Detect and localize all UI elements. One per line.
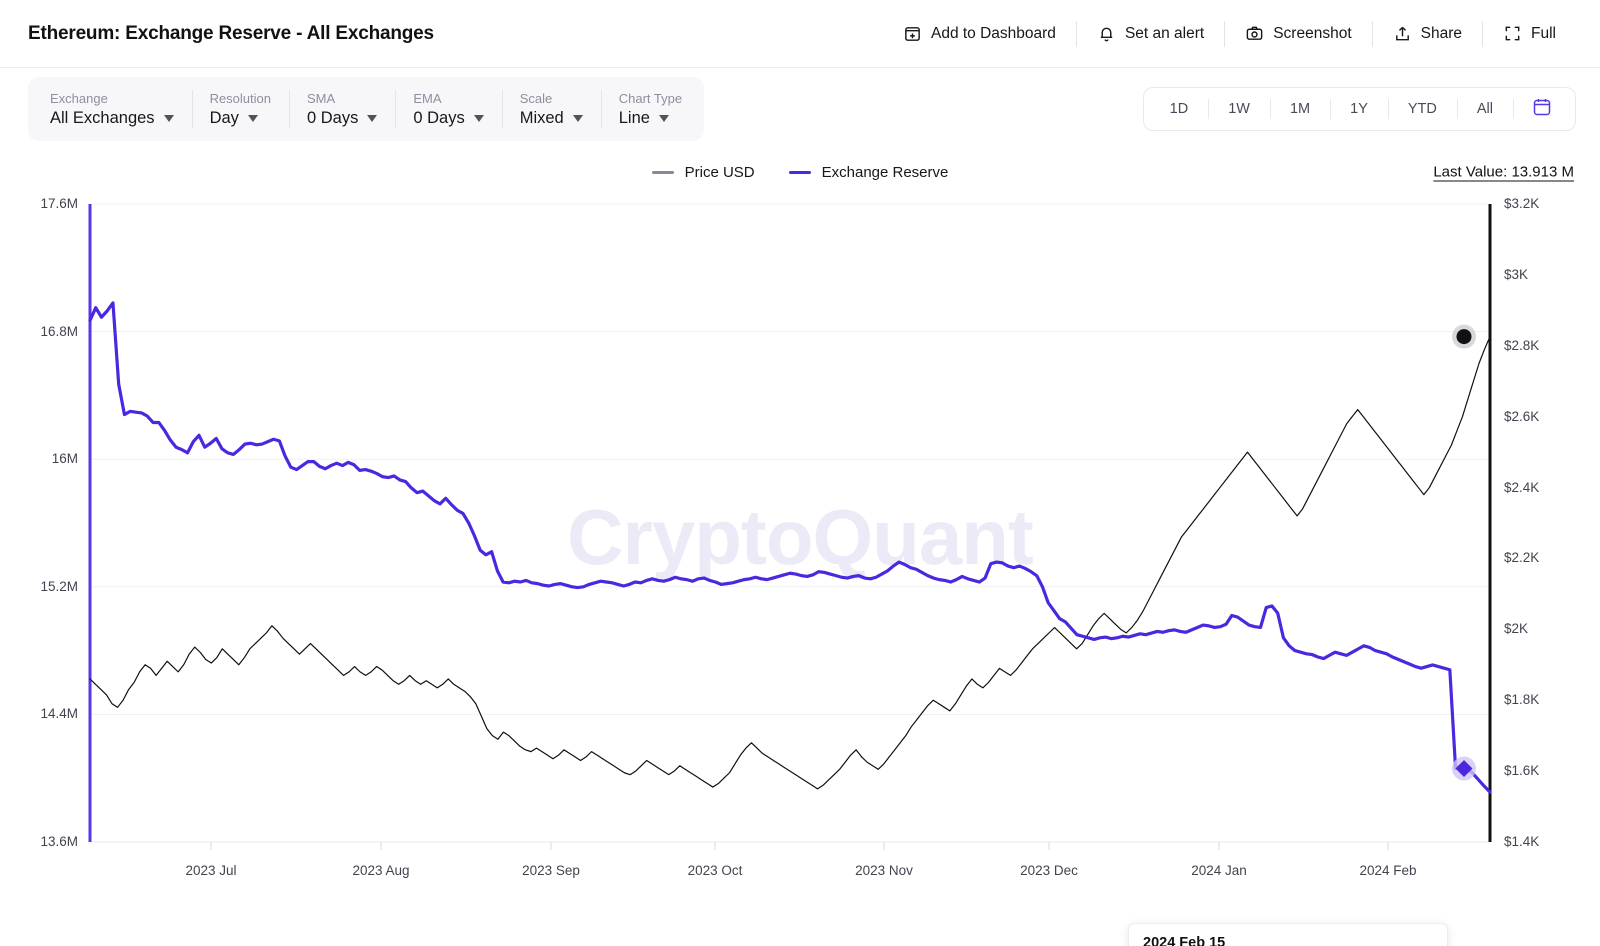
scale-selector-value: Mixed: [519, 108, 564, 127]
fullscreen-button[interactable]: Full: [1483, 17, 1576, 51]
chevron-down-icon: [163, 114, 174, 122]
y-axis-left-tick: 16M: [51, 451, 78, 467]
calendar-button[interactable]: [1513, 88, 1569, 130]
range-1w[interactable]: 1W: [1208, 88, 1270, 130]
x-axis-tick: 2023 Sep: [522, 863, 580, 878]
header-actions: Add to Dashboard Set an alert Screenshot: [883, 17, 1576, 51]
x-axis-tick: 2023 Nov: [855, 863, 913, 878]
fullscreen-label: Full: [1531, 24, 1556, 42]
resolution-selector-label: Resolution: [209, 90, 271, 106]
legend-swatch-price-usd: [651, 170, 674, 174]
legend-label-price-usd: Price USD: [684, 163, 755, 181]
legend-item-exchange-reserve[interactable]: Exchange Reserve: [788, 163, 949, 181]
chevron-down-icon: [658, 114, 669, 122]
y-axis-right-tick: $2.2K: [1504, 550, 1540, 566]
chart-tooltip: 2024 Feb 15 Price USD: 2,825.86325428 Ex…: [1128, 923, 1448, 946]
y-axis-left-tick: 14.4M: [40, 706, 78, 722]
y-axis-left-tick: 16.8M: [40, 323, 78, 339]
add-to-dashboard-label: Add to Dashboard: [930, 24, 1056, 42]
calendar-icon: [1531, 96, 1553, 123]
y-axis-right-tick: $1.4K: [1504, 834, 1540, 849]
scale-selector[interactable]: Scale Mixed: [501, 77, 601, 141]
chart-type-selector[interactable]: Chart Type Line: [600, 77, 700, 141]
chevron-down-icon: [367, 114, 378, 122]
screenshot-button[interactable]: Screenshot: [1225, 17, 1371, 51]
sma-selector-value: 0 Days: [307, 108, 359, 127]
range-1m[interactable]: 1M: [1269, 88, 1330, 130]
x-axis-tick: 2024 Jan: [1191, 863, 1247, 878]
x-axis-tick: 2024 Feb: [1359, 863, 1417, 878]
y-axis-left-tick: 17.6M: [40, 196, 78, 211]
legend-label-exchange-reserve: Exchange Reserve: [821, 163, 949, 181]
y-axis-right-tick: $3K: [1504, 266, 1529, 282]
chart-canvas[interactable]: [0, 194, 1600, 934]
range-ytd[interactable]: YTD: [1387, 88, 1457, 130]
y-axis-right-tick: $2.6K: [1504, 408, 1540, 424]
y-axis-right-tick: $1.6K: [1504, 763, 1540, 779]
control-bar: Exchange All Exchanges Resolution Day SM…: [0, 68, 1600, 150]
resolution-selector-value: Day: [209, 108, 239, 127]
range-all[interactable]: All: [1456, 88, 1513, 130]
ema-selector-value: 0 Days: [413, 108, 465, 127]
x-axis-tick: 2023 Aug: [352, 863, 410, 878]
resolution-selector[interactable]: Resolution Day: [191, 77, 289, 141]
exchange-selector-label: Exchange: [50, 90, 108, 106]
set-alert-label: Set an alert: [1124, 24, 1205, 42]
range-1d[interactable]: 1D: [1150, 88, 1209, 130]
bell-icon: [1097, 24, 1116, 43]
y-axis-left-tick: 13.6M: [40, 834, 78, 849]
ema-selector-label: EMA: [413, 90, 442, 106]
share-label: Share: [1420, 24, 1463, 42]
chart-type-selector-label: Chart Type: [618, 90, 683, 106]
chevron-down-icon: [247, 114, 258, 122]
ema-selector[interactable]: EMA 0 Days: [395, 77, 501, 141]
tooltip-date: 2024 Feb 15: [1143, 935, 1226, 946]
exchange-selector[interactable]: Exchange All Exchanges: [32, 77, 192, 141]
y-axis-right-tick: $2K: [1504, 621, 1529, 637]
chart-legend: Price USD Exchange Reserve: [651, 163, 949, 181]
y-axis-left-tick: 15.2M: [40, 578, 78, 594]
add-to-dashboard-icon: [903, 24, 922, 43]
fullscreen-icon: [1503, 24, 1522, 43]
selector-group: Exchange All Exchanges Resolution Day SM…: [28, 77, 705, 141]
legend-item-price-usd[interactable]: Price USD: [651, 163, 755, 181]
share-button[interactable]: Share: [1373, 17, 1482, 51]
set-alert-button[interactable]: Set an alert: [1077, 17, 1224, 51]
screenshot-label: Screenshot: [1273, 24, 1352, 42]
x-axis-tick: 2023 Dec: [1020, 863, 1078, 878]
chart-legend-row: Price USD Exchange Reserve Last Value: 1…: [0, 150, 1600, 194]
range-1y[interactable]: 1Y: [1330, 88, 1388, 130]
y-axis-right-tick: $2.4K: [1504, 479, 1540, 495]
time-range-group: 1D 1W 1M 1Y YTD All: [1142, 87, 1576, 131]
add-to-dashboard-button[interactable]: Add to Dashboard: [883, 17, 1076, 51]
chevron-down-icon: [473, 114, 484, 122]
last-value-label[interactable]: Last Value: 13.913 M: [1433, 164, 1574, 181]
chart-area: CryptoQuant 17.6M 16.8M 16M 15.2M 14.4M 13.6M…: [0, 194, 1600, 946]
app-header: Ethereum: Exchange Reserve - All Exchang…: [0, 0, 1600, 68]
legend-swatch-exchange-reserve: [788, 170, 811, 174]
sma-selector-label: SMA: [307, 90, 336, 106]
chart-type-selector-value: Line: [618, 108, 650, 127]
x-axis-tick: 2023 Jul: [185, 863, 237, 878]
chevron-down-icon: [572, 114, 583, 122]
exchange-selector-value: All Exchanges: [50, 108, 155, 127]
camera-icon: [1245, 24, 1264, 43]
scale-selector-label: Scale: [519, 90, 553, 106]
share-icon: [1393, 24, 1412, 43]
sma-selector[interactable]: SMA 0 Days: [289, 77, 395, 141]
y-axis-right-tick: $2.8K: [1504, 337, 1540, 353]
x-axis-tick: 2023 Oct: [687, 863, 743, 878]
page-title: Ethereum: Exchange Reserve - All Exchang…: [28, 22, 434, 44]
y-axis-right-tick: $3.2K: [1504, 196, 1540, 211]
y-axis-right-tick: $1.8K: [1504, 692, 1540, 708]
